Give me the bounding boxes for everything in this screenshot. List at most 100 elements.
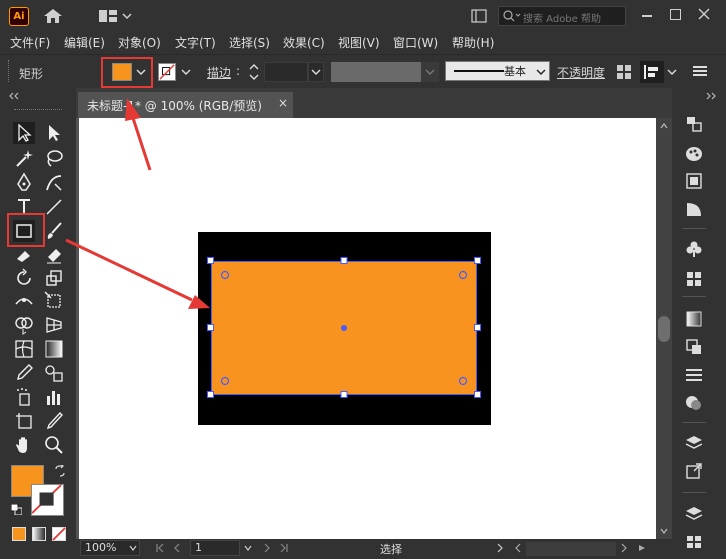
brush-dropdown-chevron-icon[interactable] xyxy=(536,68,546,76)
scale-tool-icon[interactable] xyxy=(43,267,65,289)
hand-tool-icon[interactable] xyxy=(13,434,35,456)
color-mode-button[interactable] xyxy=(12,527,26,541)
export-asset-panel-icon[interactable] xyxy=(684,462,704,480)
control-bar-grip[interactable] xyxy=(8,60,11,82)
stroke-weight-input[interactable] xyxy=(264,62,308,82)
arrange-panels-icon[interactable] xyxy=(471,9,487,23)
workspace-layout-icon[interactable] xyxy=(99,9,133,23)
opacity-label[interactable]: 不透明度 xyxy=(557,64,605,81)
zoom-dropdown-chevron-icon[interactable] xyxy=(129,545,137,551)
gradient-tool-icon[interactable] xyxy=(43,338,65,360)
align-panel-icon[interactable] xyxy=(640,61,664,83)
lasso-tool-icon[interactable] xyxy=(43,147,65,169)
vertical-scroll-thumb[interactable] xyxy=(658,316,670,342)
layers-panel-icon[interactable] xyxy=(684,434,704,452)
horizontal-scrollbar[interactable] xyxy=(526,542,616,556)
stroke-dropdown-chevron-icon[interactable] xyxy=(181,68,191,76)
appearance-panel-icon[interactable] xyxy=(684,394,704,412)
home-icon[interactable] xyxy=(43,8,63,24)
minimize-button[interactable] xyxy=(642,15,652,17)
help-search-input[interactable]: 搜索 Adobe 帮助 xyxy=(498,6,626,26)
menu-edit[interactable]: 编辑(E) xyxy=(64,34,105,51)
stroke-weight-dropdown[interactable] xyxy=(308,62,324,82)
curvature-tool-icon[interactable] xyxy=(43,172,65,194)
variable-width-dropdown[interactable] xyxy=(421,62,439,82)
next-artboard-icon[interactable] xyxy=(262,543,272,553)
control-bar-menu-icon[interactable] xyxy=(693,65,707,77)
perspective-grid-tool-icon[interactable] xyxy=(43,314,65,336)
previous-artboard-icon[interactable] xyxy=(172,543,182,553)
maximize-button[interactable] xyxy=(670,9,681,20)
menu-effect[interactable]: 效果(C) xyxy=(283,34,325,51)
mesh-tool-icon[interactable] xyxy=(13,338,35,360)
document-tab-close-icon[interactable]: × xyxy=(278,96,288,110)
transparency-panel-icon[interactable] xyxy=(684,338,704,356)
pen-tool-icon[interactable] xyxy=(13,172,35,194)
scroll-down-arrow-icon[interactable] xyxy=(660,527,668,535)
tools-panel-collapse-icon[interactable] xyxy=(8,92,20,100)
artboard-tool-icon[interactable] xyxy=(13,410,35,432)
swatches-panel-icon[interactable] xyxy=(684,200,704,218)
free-transform-tool-icon[interactable] xyxy=(43,290,65,312)
control-bar-more-chevron-icon[interactable] xyxy=(667,68,677,76)
stroke-panel-icon[interactable] xyxy=(684,366,704,384)
right-panel-collapse-icon[interactable] xyxy=(705,92,717,100)
close-window-button[interactable] xyxy=(697,7,711,21)
column-graph-tool-icon[interactable] xyxy=(43,386,65,408)
status-menu-chevron-icon[interactable] xyxy=(496,543,504,553)
stroke-weight-label[interactable]: 描边 xyxy=(207,64,231,81)
magic-wand-tool-icon[interactable] xyxy=(13,147,35,169)
stroke-color-swatch[interactable] xyxy=(158,63,176,81)
status-tool-text: 选择 xyxy=(380,543,402,556)
menu-type[interactable]: 文字(T) xyxy=(175,34,216,51)
variable-width-profile[interactable] xyxy=(331,62,421,82)
menu-object[interactable]: 对象(O) xyxy=(118,34,161,51)
gradient-panel-icon[interactable] xyxy=(684,310,704,328)
color-guide-panel-icon[interactable] xyxy=(684,172,704,190)
slice-tool-icon[interactable] xyxy=(43,410,65,432)
none-mode-button[interactable] xyxy=(52,527,66,541)
width-tool-icon[interactable] xyxy=(13,290,35,312)
gradient-mode-button[interactable] xyxy=(32,527,46,541)
menu-view[interactable]: 视图(V) xyxy=(338,34,380,51)
properties-panel-icon[interactable] xyxy=(684,115,704,133)
zoom-tool-icon[interactable] xyxy=(43,434,65,456)
brushes-panel-icon[interactable] xyxy=(684,270,704,288)
recolor-artwork-icon[interactable] xyxy=(617,65,631,79)
default-fill-stroke-icon[interactable] xyxy=(11,504,22,515)
menu-window[interactable]: 窗口(W) xyxy=(393,34,438,51)
last-artboard-icon[interactable] xyxy=(279,543,289,553)
shape-builder-tool-icon[interactable] xyxy=(13,314,35,336)
scroll-right-arrow-icon[interactable] xyxy=(620,543,628,553)
rotate-tool-icon[interactable] xyxy=(13,267,35,289)
eyedropper-tool-icon[interactable] xyxy=(13,362,35,384)
color-panel-icon[interactable] xyxy=(684,145,704,163)
tools-panel-grip[interactable] xyxy=(14,109,62,112)
line-segment-tool-icon[interactable] xyxy=(43,196,65,218)
status-expand-icon[interactable] xyxy=(637,543,647,553)
menu-file[interactable]: 文件(F) xyxy=(10,34,50,51)
stroke-color-box[interactable] xyxy=(31,484,64,516)
libraries-panel-icon[interactable] xyxy=(684,505,704,523)
symbols-panel-icon[interactable] xyxy=(684,240,704,258)
artboard-number-field[interactable]: 1 xyxy=(190,540,240,556)
eraser-tool-icon[interactable] xyxy=(43,243,65,265)
menu-help[interactable]: 帮助(H) xyxy=(452,34,494,51)
menu-select[interactable]: 选择(S) xyxy=(229,34,270,51)
selection-tool-icon[interactable] xyxy=(13,122,35,144)
scroll-left-arrow-icon[interactable] xyxy=(514,543,522,553)
symbol-sprayer-tool-icon[interactable] xyxy=(13,386,35,408)
artboard-dropdown-chevron-icon[interactable] xyxy=(244,545,252,551)
blend-tool-icon[interactable] xyxy=(43,362,65,384)
scroll-up-arrow-icon[interactable] xyxy=(660,122,668,130)
direct-selection-tool-icon[interactable] xyxy=(43,122,65,144)
stroke-stepper-icon[interactable] xyxy=(248,62,260,82)
brush-definition-dropdown[interactable] xyxy=(445,61,550,81)
panel-divider-4 xyxy=(682,492,706,493)
shaper-tool-icon[interactable] xyxy=(13,243,35,265)
artboards-panel-icon[interactable] xyxy=(684,533,704,551)
paintbrush-tool-icon[interactable] xyxy=(43,220,65,242)
first-artboard-icon[interactable] xyxy=(155,543,165,553)
swap-fill-stroke-icon[interactable] xyxy=(54,465,66,477)
selected-orange-rectangle[interactable] xyxy=(211,261,477,395)
